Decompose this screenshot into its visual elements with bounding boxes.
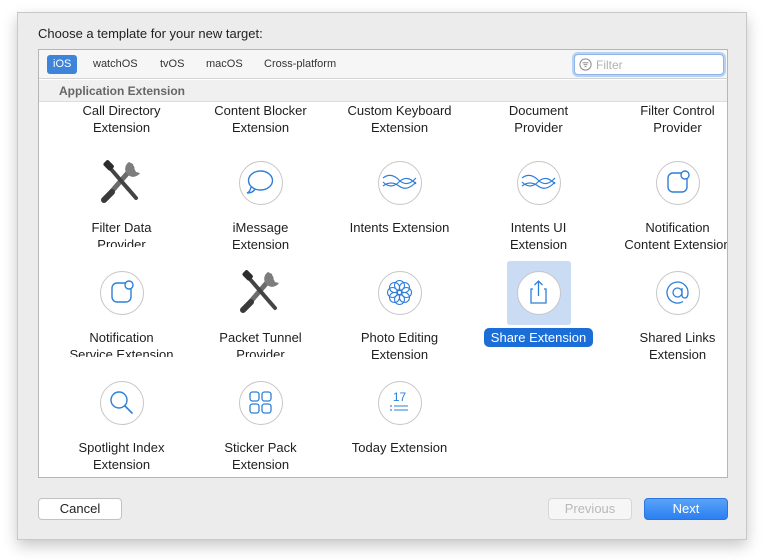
template-icon-circle: [100, 381, 144, 425]
section-header: Application Extension: [39, 80, 727, 102]
template-icon-box: [90, 151, 154, 215]
calendar-day-number: 17: [393, 390, 407, 404]
cancel-button[interactable]: Cancel: [38, 498, 122, 520]
template-icon-box: [368, 151, 432, 215]
photo-flower-icon: [386, 279, 413, 306]
template-sticker-pack[interactable]: Sticker Pack Extension: [191, 322, 330, 472]
template-icon-box: [90, 261, 154, 325]
intents-ui-waves-icon: [521, 174, 556, 189]
template-label: Spotlight Index Extension: [78, 440, 165, 472]
template-label: Today Extension: [351, 440, 448, 455]
previous-button[interactable]: Previous: [548, 498, 632, 520]
template-icon-box: [229, 151, 293, 215]
template-spotlight-index[interactable]: Spotlight Index Extension: [52, 322, 191, 472]
template-icon-circle: 17: [378, 381, 422, 425]
tab-tvos[interactable]: tvOS: [154, 55, 190, 74]
calendar-today-icon: 17: [390, 390, 408, 411]
template-icon-box: [646, 151, 710, 215]
template-icon-box: [90, 371, 154, 435]
template-panel: iOS watchOS tvOS macOS Cross-platform Ap…: [38, 49, 728, 478]
notification-content-icon: [667, 170, 690, 193]
section-title: Application Extension: [59, 84, 186, 98]
template-icon-circle: [100, 271, 144, 315]
template-icon-circle: [656, 161, 700, 205]
tab-watchos[interactable]: watchOS: [87, 55, 144, 74]
template-share[interactable]: Share Extension: [469, 212, 608, 357]
dialog-prompt: Choose a template for your new target:: [38, 26, 263, 41]
template-grid: Call Directory Extension Content Blocker…: [39, 102, 727, 477]
template-icon-box: [368, 261, 432, 325]
tools-icon: [101, 160, 140, 203]
template-icon-circle: [378, 161, 422, 205]
tools-icon: [240, 270, 279, 313]
sticker-grid-icon: [249, 391, 272, 414]
tab-cross-platform[interactable]: Cross-platform: [258, 55, 342, 74]
template-icon-box: [229, 261, 293, 325]
template-label: Share Extension: [459, 328, 618, 347]
template-icon-circle: [378, 271, 422, 315]
share-icon: [530, 280, 547, 304]
template-shared-links[interactable]: Shared Links Extension: [608, 212, 727, 362]
template-icon-circle: [656, 271, 700, 315]
template-icon-circle: [239, 161, 283, 205]
filter-input[interactable]: [596, 56, 720, 73]
notification-service-icon: [111, 280, 134, 303]
new-target-sheet: Choose a template for your new target: i…: [17, 12, 747, 540]
intents-waves-icon: [382, 174, 417, 189]
template-icon-circle: [517, 271, 561, 315]
magnifier-icon: [110, 391, 133, 414]
template-icon-box: [507, 151, 571, 215]
template-icon-box: [646, 261, 710, 325]
speech-bubble-icon: [246, 170, 274, 194]
template-label: Sticker Pack Extension: [224, 440, 297, 472]
at-sign-icon: [666, 281, 689, 304]
template-icon-circle: [517, 161, 561, 205]
template-icon-box: 17: [368, 371, 432, 435]
next-button[interactable]: Next: [644, 498, 728, 520]
template-today[interactable]: 17 Today Extension: [330, 322, 469, 467]
selected-template-label: Share Extension: [483, 328, 594, 347]
platform-bar: iOS watchOS tvOS macOS Cross-platform: [39, 50, 727, 79]
template-icon-circle: [239, 381, 283, 425]
filter-field[interactable]: [574, 54, 724, 75]
tab-macos[interactable]: macOS: [200, 55, 249, 74]
tab-ios[interactable]: iOS: [47, 55, 78, 74]
filter-icon: [579, 58, 592, 71]
template-icon-box: [229, 371, 293, 435]
template-icon-box: [507, 261, 571, 325]
template-label: Shared Links Extension: [639, 330, 716, 362]
